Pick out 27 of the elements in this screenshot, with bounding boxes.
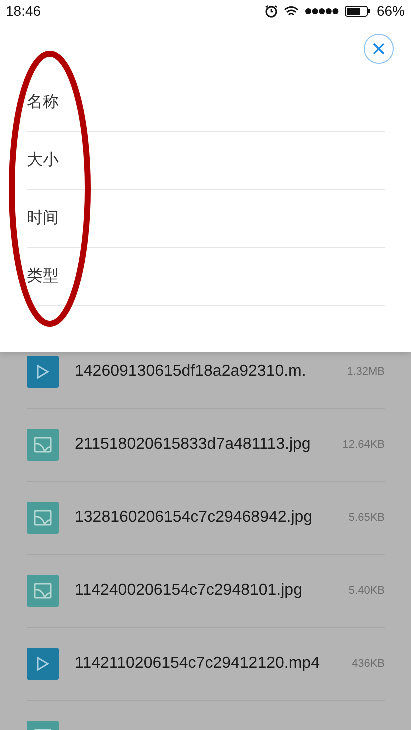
sort-option[interactable]: 时间 [27,190,385,248]
file-name: 1142110206154c7c29412120.mp4 [75,655,321,673]
sort-option[interactable]: 名称 [27,74,385,132]
image-icon[interactable] [27,429,59,461]
file-name: 211518020615833d7a481113.jpg [75,436,312,454]
battery-icon [344,6,371,16]
play-icon[interactable] [27,648,59,680]
play-icon[interactable] [27,356,59,388]
file-name: 1328160206154c7c29468942.jpg [75,509,314,527]
close-button[interactable] [364,34,394,64]
alarm-icon [264,4,278,18]
sort-option[interactable]: 类型 [27,248,385,306]
close-icon [373,43,385,55]
file-size: 1.32MB [347,366,385,378]
sort-option[interactable]: 大小 [27,132,385,190]
file-size: 5.65KB [348,512,385,524]
image-icon[interactable] [27,502,59,534]
image-icon[interactable] [27,575,59,607]
file-size: 436KB [352,658,385,670]
file-name: 1142400206154c7c2948101.jpg [75,582,304,600]
signal-icon [304,8,339,14]
battery-percentage: 66% [376,3,405,19]
file-name: 142609130615df18a2a92310.m. [75,363,308,381]
file-size: 12.64KB [342,439,385,451]
wifi-icon [284,6,299,16]
file-size: 5.40KB [348,585,385,597]
clock-time: 18:46 [6,3,42,19]
